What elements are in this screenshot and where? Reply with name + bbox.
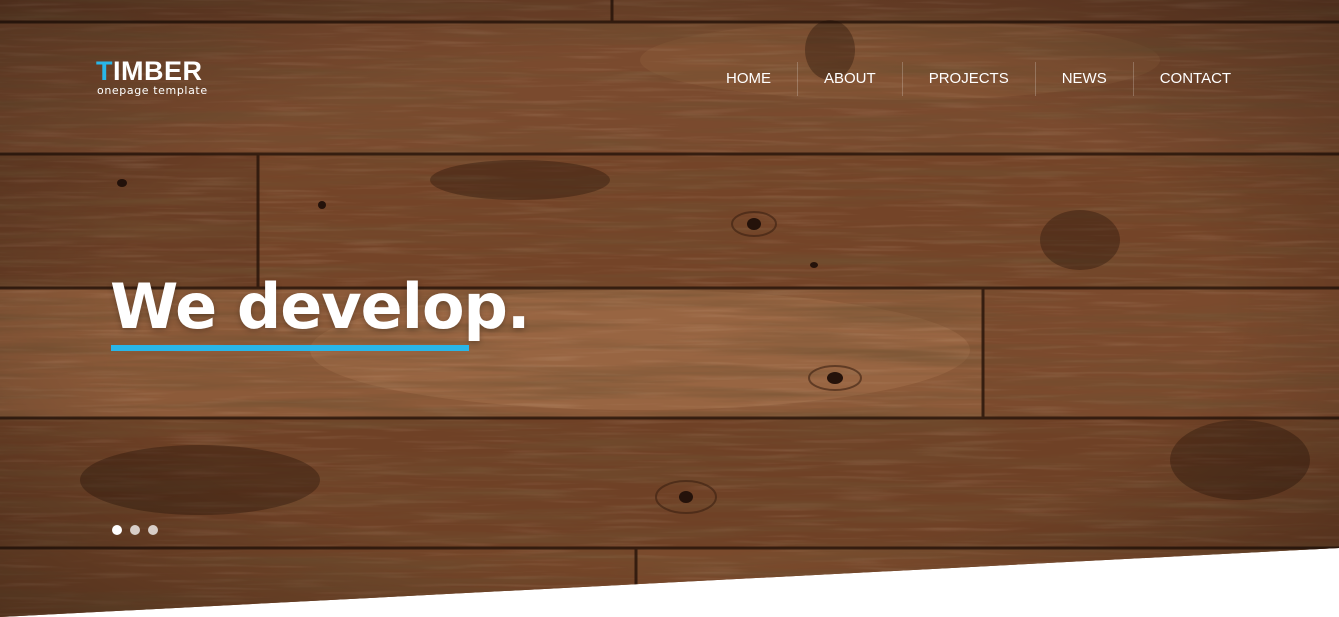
brand-title-accent: T [96,56,113,86]
nav-contact-link[interactable]: CONTACT [1132,62,1257,96]
main-nav: HOME ABOUT PROJECTS NEWS CONTACT [700,62,1257,96]
slider-pagination [112,525,158,535]
slider-dot-2[interactable] [130,525,140,535]
brand-subtitle: onepage template [97,84,208,97]
hero-headline: We develop. [110,270,530,343]
brand-title-rest: IMBER [113,56,203,86]
nav-news-link[interactable]: NEWS [1034,62,1133,96]
slider-dot-1[interactable] [112,525,122,535]
headline-underline [111,345,469,351]
nav-home-link[interactable]: HOME [700,62,797,96]
nav-projects-link[interactable]: PROJECTS [901,62,1035,96]
brand-title: TIMBER [96,58,208,85]
hero-section: TIMBER onepage template HOME ABOUT PROJE… [0,0,1339,617]
nav-about-link[interactable]: ABOUT [797,62,902,96]
slider-dot-3[interactable] [148,525,158,535]
brand-logo[interactable]: TIMBER onepage template [96,58,208,98]
